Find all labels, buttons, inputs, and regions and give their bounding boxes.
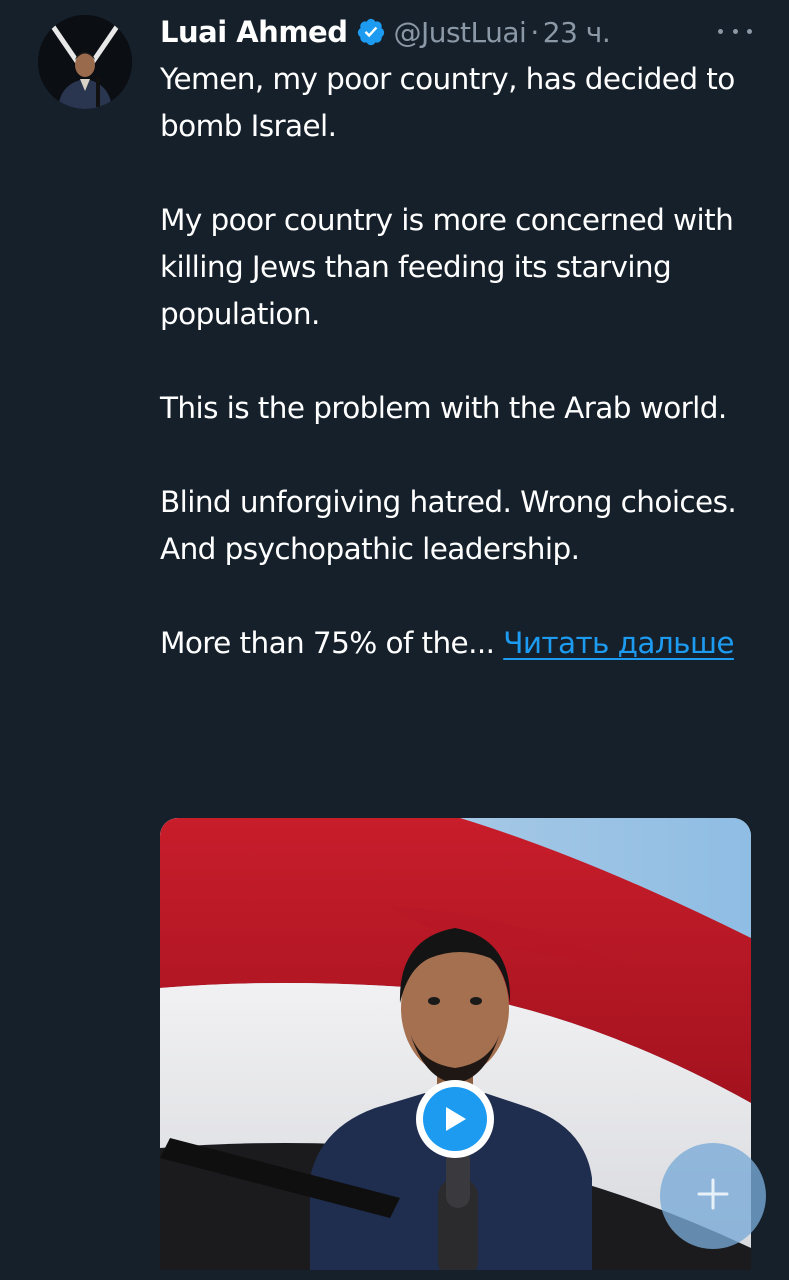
play-button[interactable] bbox=[416, 1080, 494, 1158]
read-more-link[interactable]: Читать дальше bbox=[503, 626, 734, 660]
tweet[interactable]: Luai Ahmed @JustLuai · 23 ч. Yemen, my p… bbox=[0, 0, 789, 1280]
author-handle[interactable]: @JustLuai bbox=[393, 16, 526, 49]
plus-icon bbox=[693, 1174, 733, 1218]
more-options-icon[interactable] bbox=[718, 16, 752, 46]
bottom-divider bbox=[0, 1270, 789, 1280]
tweet-paragraph-truncated: More than 75% of the... Читать дальше bbox=[160, 620, 760, 667]
tweet-paragraph: This is the problem with the Arab world. bbox=[160, 391, 727, 425]
verified-badge-icon bbox=[356, 17, 386, 47]
avatar[interactable] bbox=[38, 15, 132, 109]
tweet-header: Luai Ahmed @JustLuai · 23 ч. bbox=[160, 10, 611, 54]
truncated-text: More than 75% of the... bbox=[160, 626, 495, 660]
tweet-paragraph: My poor country is more concerned with k… bbox=[160, 203, 734, 331]
header-separator: · bbox=[530, 15, 539, 49]
tweet-timestamp[interactable]: 23 ч. bbox=[543, 16, 611, 49]
author-display-name[interactable]: Luai Ahmed bbox=[160, 15, 348, 49]
play-icon bbox=[423, 1087, 487, 1151]
compose-button[interactable] bbox=[660, 1143, 766, 1249]
tweet-paragraph: Yemen, my poor country, has decided to b… bbox=[160, 62, 735, 143]
tweet-paragraph: Blind unforgiving hatred. Wrong choices.… bbox=[160, 485, 737, 566]
tweet-text: Yemen, my poor country, has decided to b… bbox=[160, 56, 760, 667]
